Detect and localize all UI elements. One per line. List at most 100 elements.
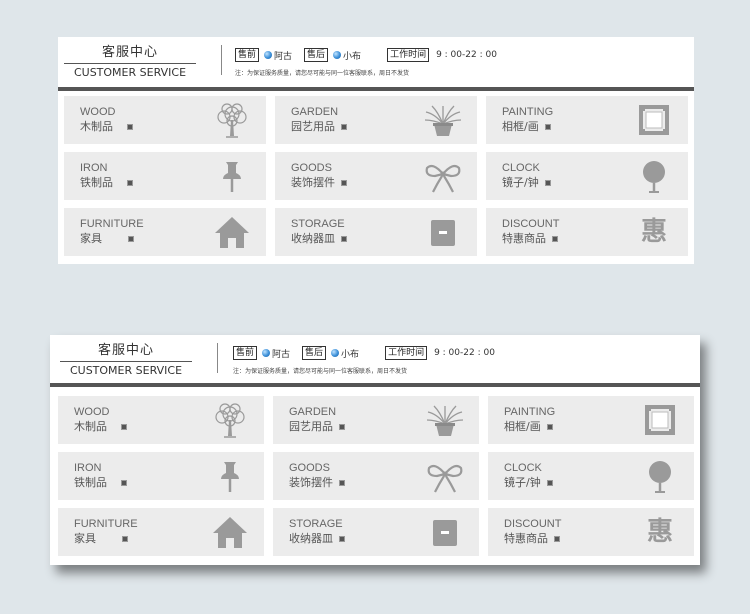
category-tile-clock[interactable]: CLOCK 镜子/钟 (486, 152, 688, 200)
aftersale-tag: 售后 (302, 346, 327, 360)
arrow-square-icon[interactable] (552, 236, 558, 242)
category-english-label: FURNITURE (80, 218, 144, 230)
category-tile-painting[interactable]: PAINTING 相框/画 (488, 396, 694, 444)
category-tile-goods[interactable]: GOODS 装饰摆件 (275, 152, 477, 200)
category-tile-iron[interactable]: IRON 铁制品 (58, 452, 264, 500)
arrow-square-icon[interactable] (554, 536, 560, 542)
category-chinese-text: 园艺用品 (291, 120, 335, 133)
clock-icon (634, 156, 674, 196)
arrow-square-icon[interactable] (121, 480, 127, 486)
arrow-square-icon[interactable] (121, 424, 127, 430)
presale-agent[interactable]: 阿古 (262, 347, 290, 360)
category-chinese-label: 木制品 (80, 120, 133, 133)
category-chinese-label: 特惠商品 (502, 232, 558, 245)
category-chinese-label: 收纳器皿 (289, 532, 345, 545)
service-note: 注：为保证服务质量，请您尽可能与同一位客服联系，周日不发货 (235, 70, 410, 77)
category-chinese-label: 装饰摆件 (289, 476, 345, 489)
customer-service-panel-shadow: 客服中心 CUSTOMER SERVICE 售前 阿古 售后 小布 工作时间 9… (50, 335, 700, 565)
aftersale-agent-name: 小布 (341, 349, 360, 360)
category-tile-goods[interactable]: GOODS 装饰摆件 (273, 452, 479, 500)
category-english-label: CLOCK (502, 162, 540, 174)
aftersale-tag: 售后 (304, 48, 329, 62)
category-tile-furniture[interactable]: FURNITURE 家具 (64, 208, 266, 256)
arrow-square-icon[interactable] (546, 424, 553, 430)
category-chinese-text: 铁制品 (74, 476, 107, 489)
aftersale-agent[interactable]: 小布 (331, 347, 359, 360)
discount-icon: 惠 (640, 217, 667, 247)
category-chinese-text: 特惠商品 (502, 232, 546, 245)
storage-box-icon (425, 512, 465, 552)
aftersale-agent-name: 小布 (343, 51, 362, 62)
category-tile-wood[interactable]: WOOD 木制品 (58, 396, 264, 444)
category-chinese-text: 相框/画 (502, 120, 539, 133)
tree-icon (212, 100, 252, 140)
category-tile-garden[interactable]: GARDEN 园艺用品 (275, 96, 477, 144)
category-chinese-label: 装饰摆件 (291, 176, 347, 189)
presale-tag: 售前 (235, 48, 260, 62)
arrow-square-icon[interactable] (128, 236, 134, 242)
category-tile-furniture[interactable]: FURNITURE 家具 (58, 508, 264, 556)
category-chinese-label: 相框/画 (504, 420, 553, 433)
arrow-square-icon[interactable] (122, 536, 128, 542)
category-english-label: STORAGE (291, 218, 345, 230)
category-chinese-text: 家具 (80, 232, 102, 245)
category-tile-storage[interactable]: STORAGE 收纳器皿 (275, 208, 477, 256)
category-chinese-label: 木制品 (74, 420, 127, 433)
house-icon (212, 212, 252, 252)
pushpin-icon (212, 156, 252, 196)
category-tile-clock[interactable]: CLOCK 镜子/钟 (488, 452, 694, 500)
category-chinese-label: 园艺用品 (289, 420, 345, 433)
presale-agent-name: 阿古 (274, 51, 293, 62)
category-english-label: IRON (80, 162, 108, 174)
bow-icon (425, 456, 465, 496)
potted-plant-icon (425, 400, 465, 440)
category-tile-iron[interactable]: IRON 铁制品 (64, 152, 266, 200)
arrow-square-icon[interactable] (339, 424, 345, 430)
potted-plant-icon (423, 100, 463, 140)
chat-bubble-icon (331, 349, 340, 357)
category-chinese-label: 园艺用品 (291, 120, 347, 133)
category-tile-wood[interactable]: WOOD 木制品 (64, 96, 266, 144)
arrow-square-icon[interactable] (339, 536, 345, 542)
presale-agent[interactable]: 阿古 (264, 49, 292, 62)
arrow-square-icon[interactable] (127, 180, 133, 186)
category-chinese-text: 相框/画 (504, 420, 541, 433)
title-chinese: 客服中心 (101, 45, 158, 60)
discount-icon: 惠 (646, 517, 673, 547)
arrow-square-icon[interactable] (127, 124, 133, 130)
arrow-square-icon[interactable] (339, 480, 345, 486)
contact-line: 售前 阿古 售后 小布 工作时间 9 : 00-22 : 00 (235, 47, 497, 63)
title-block: 客服中心 CUSTOMER SERVICE (54, 343, 198, 378)
category-english-label: WOOD (74, 406, 110, 418)
tree-icon (210, 400, 250, 440)
category-english-label: IRON (74, 462, 102, 474)
arrow-square-icon[interactable] (341, 124, 347, 130)
category-chinese-text: 装饰摆件 (291, 176, 335, 189)
picture-frame-icon (640, 400, 680, 440)
header-bar (50, 383, 700, 387)
category-grid: WOOD 木制品 GARDEN 园艺用品 PAINTING 相框/画 IRON 铁制品 GOOD… (64, 96, 688, 256)
arrow-square-icon[interactable] (544, 180, 551, 186)
arrow-square-icon[interactable] (544, 124, 551, 130)
arrow-square-icon[interactable] (546, 480, 553, 486)
category-chinese-label: 铁制品 (80, 176, 133, 189)
category-chinese-text: 家具 (74, 532, 96, 545)
category-tile-painting[interactable]: PAINTING 相框/画 (486, 96, 688, 144)
category-tile-garden[interactable]: GARDEN 园艺用品 (273, 396, 479, 444)
category-english-label: CLOCK (504, 462, 542, 474)
aftersale-agent[interactable]: 小布 (333, 49, 361, 62)
chat-bubble-icon (333, 51, 342, 59)
hours-value: 9 : 00-22 : 00 (434, 348, 495, 358)
category-english-label: WOOD (80, 106, 116, 118)
title-divider (60, 361, 192, 362)
chat-bubble-icon (262, 349, 271, 357)
category-tile-discount[interactable]: DISCOUNT 特惠商品 惠 (488, 508, 694, 556)
category-tile-storage[interactable]: STORAGE 收纳器皿 (273, 508, 479, 556)
picture-frame-icon (634, 100, 674, 140)
arrow-square-icon[interactable] (341, 180, 347, 186)
header-divider (217, 343, 218, 373)
title-chinese: 客服中心 (97, 343, 154, 358)
category-tile-discount[interactable]: DISCOUNT 特惠商品 惠 (486, 208, 688, 256)
pushpin-icon (210, 456, 250, 496)
arrow-square-icon[interactable] (341, 236, 347, 242)
